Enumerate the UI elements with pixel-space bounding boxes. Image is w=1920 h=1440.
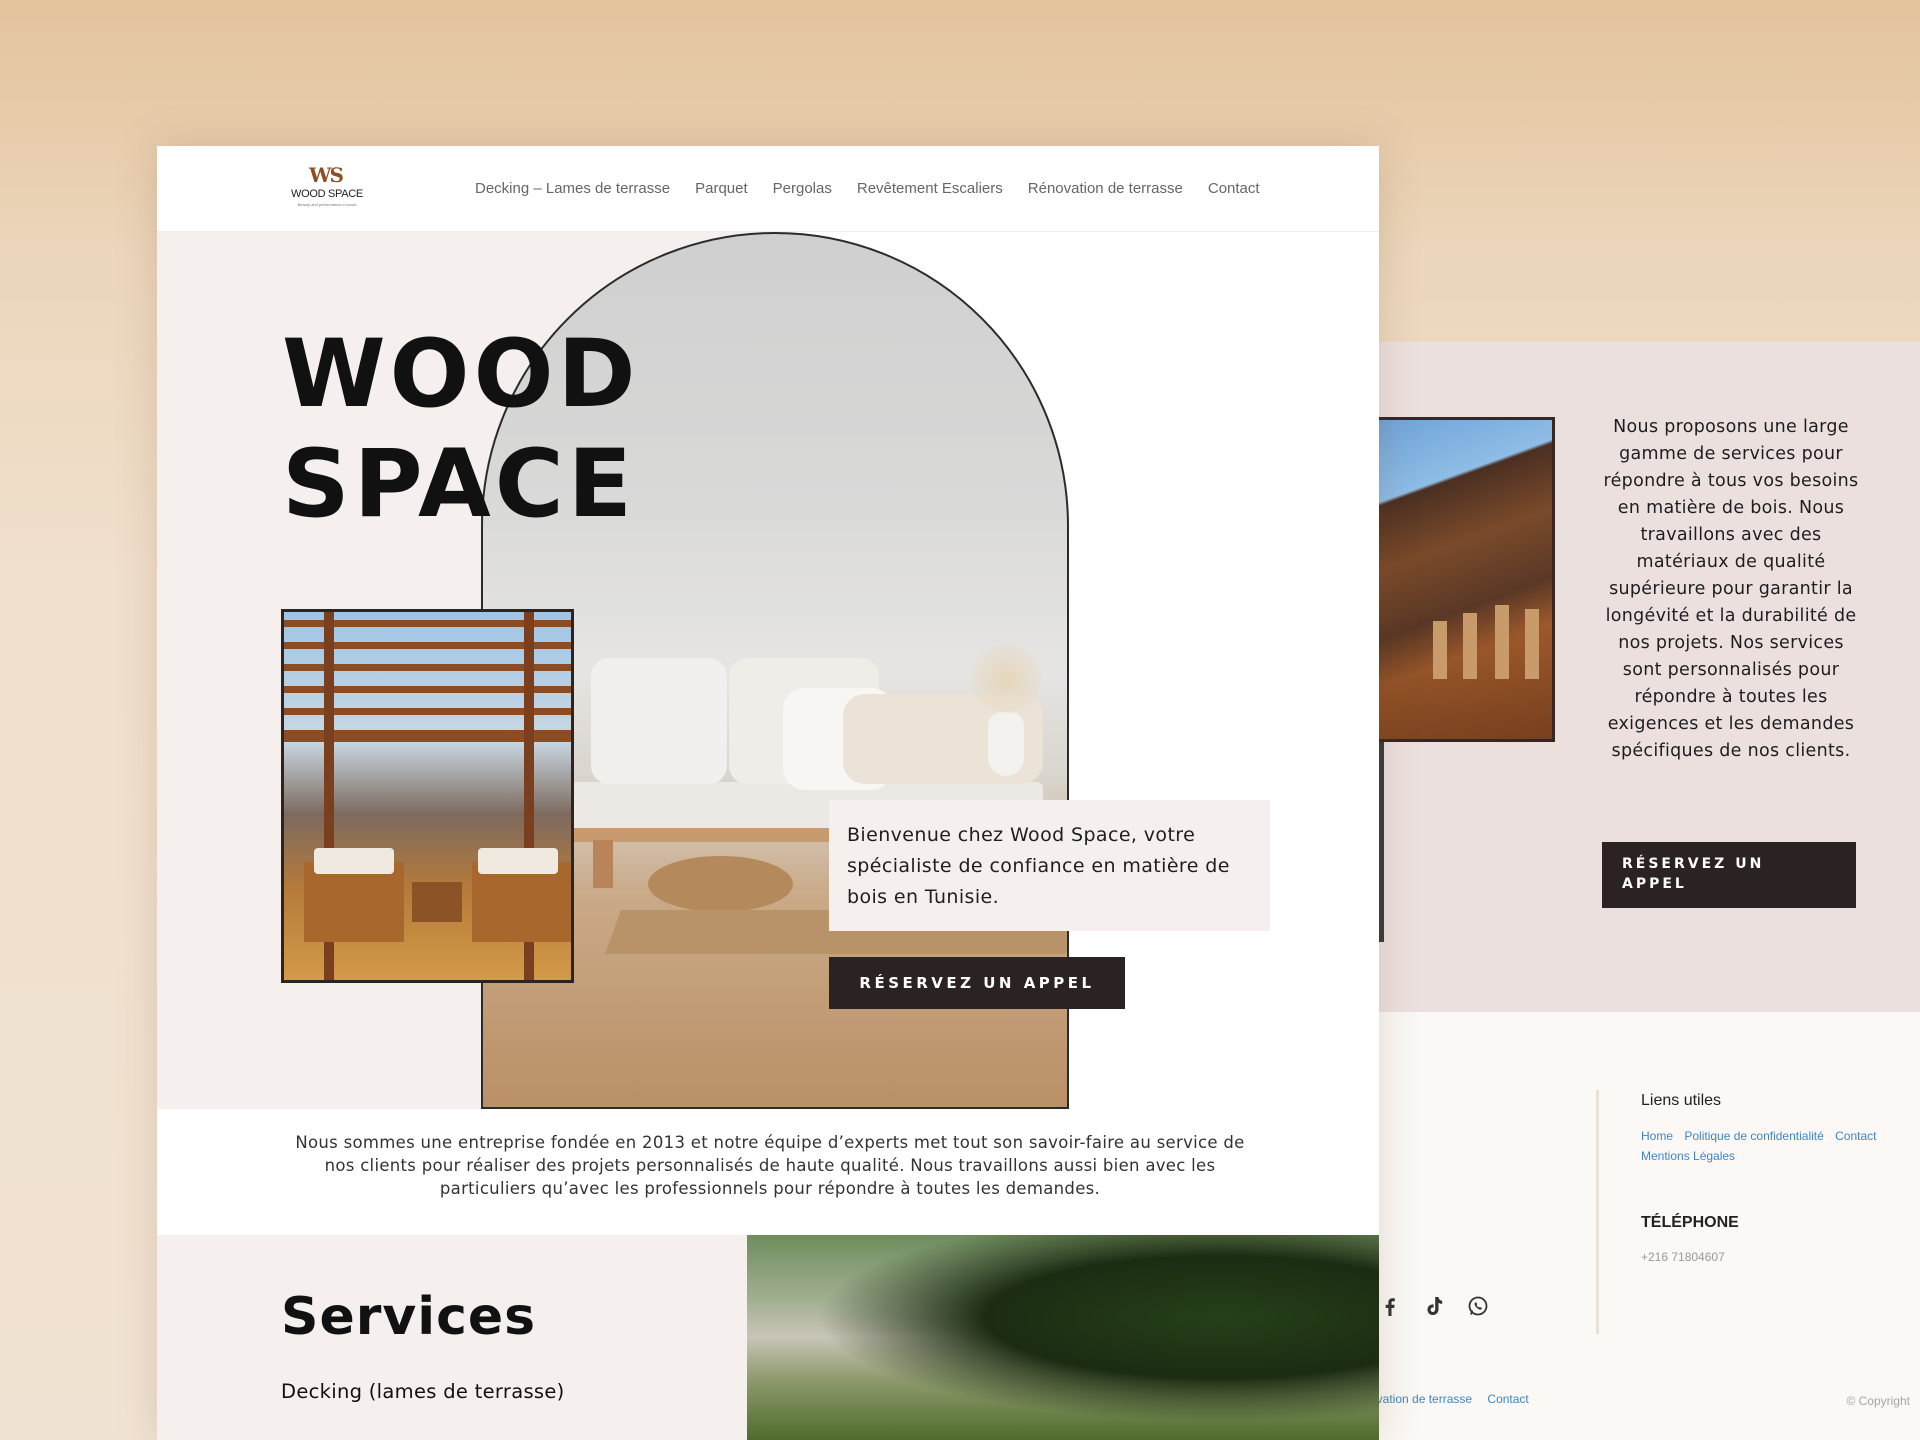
stool: [1525, 609, 1539, 679]
footer-link-contact[interactable]: Contact: [1835, 1129, 1876, 1143]
logo-name: WOOD SPACE: [291, 188, 363, 200]
nav-item-parquet[interactable]: Parquet: [695, 180, 748, 197]
vase: [988, 712, 1024, 776]
nav-item-stairs[interactable]: Revêtement Escaliers: [857, 180, 1003, 197]
hero-title-line1: WOOD: [282, 320, 640, 429]
bar-terrace-photo: [1370, 417, 1555, 742]
site-logo[interactable]: WS WOOD SPACE Beauty and performance in …: [282, 164, 372, 212]
front-page-preview: WS WOOD SPACE Beauty and performance in …: [157, 146, 1379, 1440]
useful-links-heading: Liens utiles: [1641, 1092, 1722, 1109]
woven-pouf: [648, 856, 793, 912]
back-services-section: Nous proposons une large gamme de servic…: [1370, 342, 1920, 1012]
wicker-sofa: [472, 862, 571, 942]
logo-mark: WS: [309, 163, 344, 187]
site-header: WS WOOD SPACE Beauty and performance in …: [157, 146, 1379, 232]
services-section: Services Decking (lames de terrasse): [157, 1235, 1379, 1440]
pergola-photo: [281, 609, 574, 983]
book-call-button[interactable]: RÉSERVEZ UN APPEL: [829, 957, 1125, 1009]
sofa-cushion: [478, 848, 558, 874]
bottom-link-contact[interactable]: Contact: [1487, 1392, 1528, 1406]
about-section: Nous sommes une entreprise fondée en 201…: [157, 1109, 1379, 1235]
sofa-cushion: [314, 848, 394, 874]
whatsapp-icon[interactable]: [1466, 1294, 1490, 1318]
phone-heading: TÉLÉPHONE: [1641, 1214, 1739, 1231]
about-text: Nous sommes une entreprise fondée en 201…: [295, 1133, 1245, 1198]
dried-flowers: [971, 644, 1041, 714]
footer-link-legal[interactable]: Mentions Légales: [1641, 1149, 1735, 1163]
sofa-leg: [593, 840, 613, 888]
back-page-preview: Nous proposons une large gamme de servic…: [1370, 342, 1920, 1440]
hero-section: WOOD SPACE Bienvenue chez Wood Space, vo…: [157, 232, 1379, 1109]
stool: [1433, 621, 1447, 679]
nav-item-renovation[interactable]: Rénovation de terrasse: [1028, 180, 1183, 197]
bottom-bar: [1370, 1372, 1920, 1440]
nav-item-contact[interactable]: Contact: [1208, 180, 1260, 197]
coffee-table: [412, 882, 462, 922]
book-call-button[interactable]: RÉSERVEZ UN APPEL: [1602, 842, 1856, 908]
phone-number: +216 71804607: [1641, 1250, 1725, 1264]
nav-item-pergolas[interactable]: Pergolas: [773, 180, 832, 197]
hero-title: WOOD SPACE: [282, 320, 640, 540]
sofa-cushion: [591, 658, 727, 784]
wicker-sofa: [304, 862, 404, 942]
useful-links: Home Politique de confidentialité Contac…: [1641, 1126, 1911, 1166]
bottom-nav: ovation de terrasse Contact: [1370, 1392, 1541, 1406]
garden-photo: [747, 1235, 1379, 1440]
services-title: Services: [281, 1287, 537, 1347]
tiktok-icon[interactable]: [1422, 1294, 1446, 1318]
services-intro-text: Nous proposons une large gamme de servic…: [1603, 417, 1859, 761]
facebook-icon[interactable]: [1378, 1294, 1402, 1318]
stool: [1463, 613, 1477, 679]
copyright-text: © Copyright: [1846, 1394, 1910, 1408]
welcome-text: Bienvenue chez Wood Space, votre spécial…: [829, 800, 1270, 931]
footer-link-home[interactable]: Home: [1641, 1129, 1673, 1143]
nav-item-decking[interactable]: Decking – Lames de terrasse: [475, 180, 670, 197]
service-item-decking[interactable]: Decking (lames de terrasse): [281, 1380, 565, 1403]
main-nav: Decking – Lames de terrasse Parquet Perg…: [475, 180, 1260, 197]
stool: [1495, 605, 1509, 679]
hero-title-line2: SPACE: [282, 430, 636, 539]
logo-tagline: Beauty and performance in wood: [297, 202, 357, 207]
bottom-link-renovation[interactable]: ovation de terrasse: [1370, 1392, 1472, 1406]
footer-link-privacy[interactable]: Politique de confidentialité: [1684, 1129, 1823, 1143]
footer-divider: [1596, 1090, 1599, 1334]
